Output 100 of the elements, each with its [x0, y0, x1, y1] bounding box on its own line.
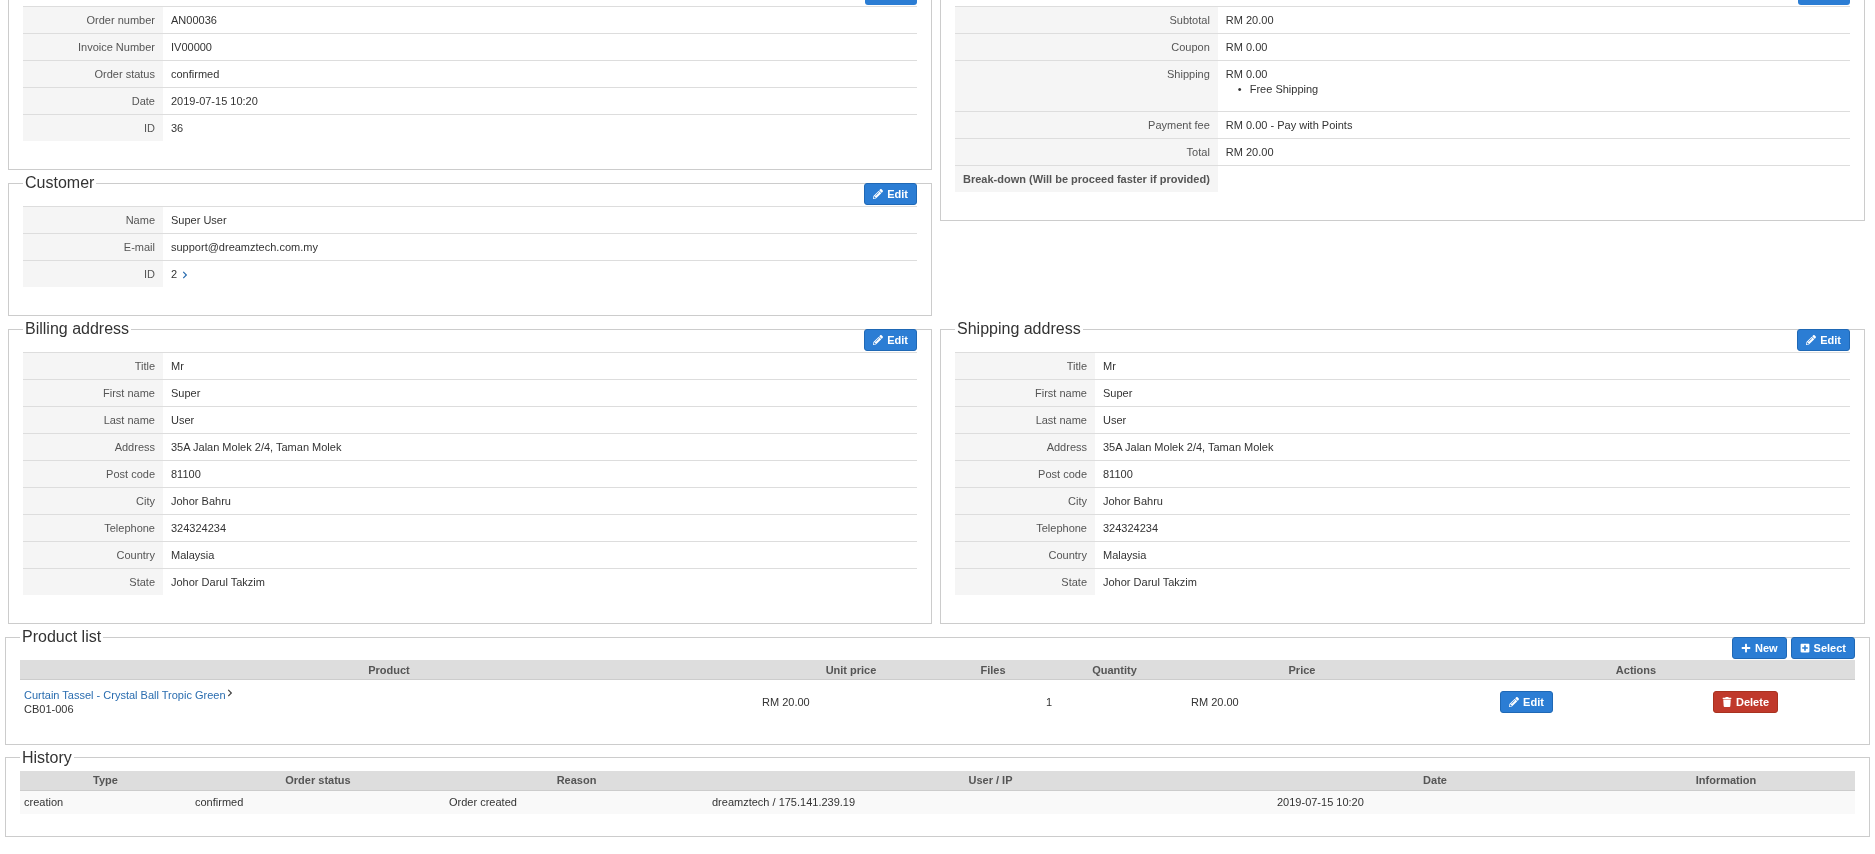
column-header: Unit price	[758, 660, 944, 680]
field-label: Name	[23, 206, 163, 234]
column-header: User / IP	[708, 770, 1273, 790]
table-cell: 1	[1046, 695, 1053, 708]
field-label: ID	[23, 260, 163, 287]
field-value: 35A Jalan Molek 2/4, Taman Molek	[1103, 441, 1274, 453]
select-button[interactable]: Select	[1790, 637, 1855, 659]
field-label: Date	[23, 87, 163, 115]
field-value: RM 20.00	[1225, 146, 1274, 158]
field-value: 81100	[1103, 468, 1133, 480]
field-label: Title	[23, 352, 163, 380]
field-value: RM 20.00	[1225, 14, 1274, 26]
field-label: ID	[23, 114, 163, 141]
pencil-icon	[873, 335, 884, 345]
field-value: 81100	[171, 468, 201, 480]
field-value: Super	[171, 387, 201, 399]
column-header: Files	[944, 660, 1042, 680]
plus-icon	[1740, 643, 1751, 653]
field-value: IV00000	[171, 41, 212, 53]
table-cell: creation	[24, 796, 64, 809]
field-value: confirmed	[171, 68, 220, 80]
column-header: Information	[1597, 770, 1855, 790]
section-title: History	[21, 748, 73, 767]
field-label: Payment fee	[955, 111, 1218, 139]
field-label: Coupon	[955, 33, 1218, 61]
edit-button[interactable]: Edit	[1797, 329, 1850, 351]
field-label: Telephone	[955, 514, 1095, 542]
field-label: Address	[955, 433, 1095, 461]
field-label: Shipping	[955, 60, 1218, 112]
field-value: 324324234	[171, 522, 227, 534]
field-value: Super User	[171, 214, 227, 226]
field-label: Address	[23, 433, 163, 461]
field-value: Johor Darul Takzim	[171, 576, 265, 588]
table-cell: dreamztech / 175.141.239.19	[712, 796, 856, 809]
column-header: Type	[20, 770, 191, 790]
field-label: State	[955, 568, 1095, 595]
field-value: 324324234	[1103, 522, 1159, 534]
column-header: Date	[1273, 770, 1597, 790]
column-header: Actions	[1417, 660, 1855, 680]
table-cell: RM 20.00	[1191, 695, 1239, 708]
field-label: City	[23, 487, 163, 515]
table-cell: confirmed	[195, 796, 244, 809]
edit-button[interactable]: Edit	[864, 329, 917, 351]
field-label: First name	[23, 379, 163, 407]
field-value: Mr	[1103, 360, 1116, 372]
edit-button[interactable]: Edit	[864, 183, 917, 205]
section-title: Billing address	[24, 320, 131, 338]
column-header: Product	[20, 660, 758, 680]
new-button[interactable]: New	[1731, 637, 1787, 659]
section-title: Customer	[24, 174, 96, 192]
field-value: RM 0.00	[1225, 41, 1268, 53]
field-label: Country	[955, 541, 1095, 569]
field-label: First name	[955, 379, 1095, 407]
column-header: Quantity	[1042, 660, 1187, 680]
field-value: Super	[1103, 387, 1133, 399]
pencil-icon	[1806, 335, 1817, 345]
field-value: 2	[171, 268, 178, 281]
field-value: User	[171, 414, 195, 426]
edit-button[interactable]: Edit	[1500, 690, 1553, 713]
field-label: Last name	[955, 406, 1095, 434]
field-value: Johor Darul Takzim	[1103, 576, 1197, 588]
product-link[interactable]: Curtain Tassel - Crystal Ball Tropic Green	[24, 688, 226, 701]
field-value: Mr	[171, 360, 184, 372]
product-code: CB01-006	[24, 702, 75, 715]
field-label: Telephone	[23, 514, 163, 542]
field-label: Country	[23, 541, 163, 569]
chevron-right-icon[interactable]	[181, 270, 190, 279]
delete-button[interactable]: Delete	[1713, 690, 1778, 713]
field-value: support@dreamztech.com.my	[171, 241, 318, 253]
pencil-icon	[1509, 696, 1520, 707]
chevron-right-icon[interactable]	[225, 688, 234, 697]
field-label: City	[955, 487, 1095, 515]
trash-icon	[1722, 696, 1732, 707]
field-value: Malaysia	[171, 549, 215, 561]
field-label: Invoice Number	[23, 33, 163, 61]
column-header: Price	[1187, 660, 1417, 680]
field-value: Johor Bahru	[1103, 495, 1163, 507]
field-value: RM 0.00	[1225, 68, 1268, 80]
field-value: User	[1103, 414, 1127, 426]
field-label: Last name	[23, 406, 163, 434]
field-label: Subtotal	[955, 6, 1218, 34]
field-label: Order status	[23, 60, 163, 88]
field-value: Johor Bahru	[171, 495, 231, 507]
pencil-icon	[873, 189, 884, 199]
column-header: Reason	[445, 770, 708, 790]
field-label: State	[23, 568, 163, 595]
field-label: Title	[955, 352, 1095, 380]
field-value: 35A Jalan Molek 2/4, Taman Molek	[171, 441, 342, 453]
section-title: Shipping address	[956, 320, 1082, 338]
field-label: E-mail	[23, 233, 163, 261]
field-label: Post code	[955, 460, 1095, 488]
field-value: 36	[171, 122, 184, 134]
list-item: Free Shipping	[1249, 83, 1319, 96]
field-label: Total	[955, 138, 1218, 166]
bullet: •	[1237, 83, 1242, 96]
table-cell: RM 20.00	[762, 695, 810, 708]
field-value: RM 0.00 - Pay with Points	[1225, 119, 1353, 131]
table-cell: Order created	[449, 796, 517, 809]
field-value: AN00036	[171, 14, 217, 26]
field-value: 2019-07-15 10:20	[171, 95, 258, 107]
